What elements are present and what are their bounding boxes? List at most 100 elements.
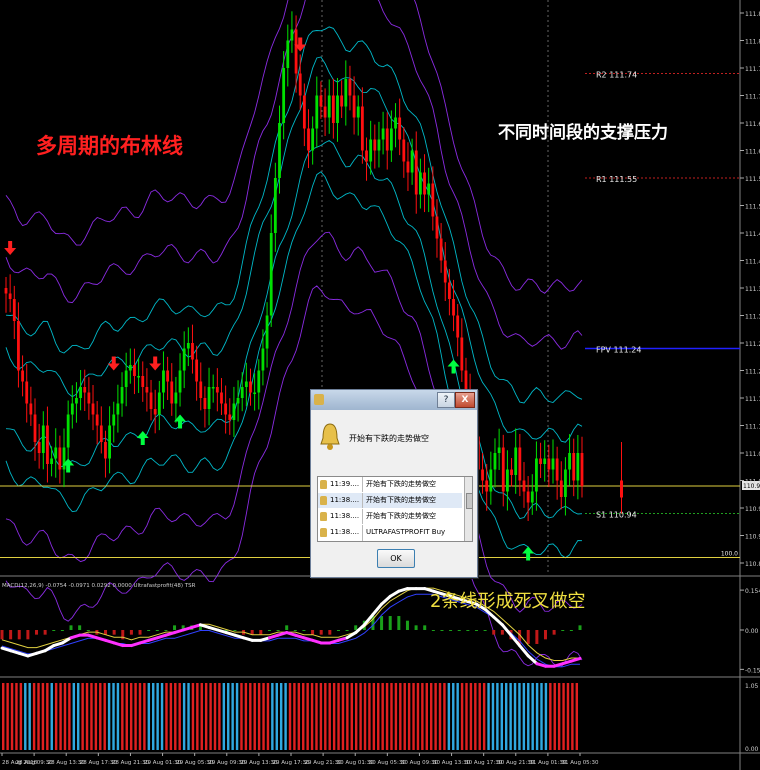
candle-body	[315, 95, 319, 129]
candle-body	[526, 491, 530, 503]
tsr-bar	[482, 683, 486, 750]
candle-body	[236, 398, 240, 404]
candle-body	[58, 447, 62, 470]
candle-body	[207, 387, 211, 409]
pivot-label-s1: S1 110.94	[596, 511, 637, 520]
macd-histogram-bar	[129, 630, 133, 635]
tsr-bar	[465, 683, 468, 750]
candle-body	[331, 95, 335, 123]
list-scrollbar[interactable]	[464, 477, 472, 541]
tsr-bar	[72, 683, 76, 750]
candle-body	[381, 128, 385, 140]
tsr-bar	[152, 683, 155, 750]
alert-history-list[interactable]: 11:39.... 开始有下跌的走势做空 11:38.... 开始有下跌的走势做空 …	[317, 476, 473, 542]
candle-body	[385, 128, 389, 151]
zone-edge-label: 100.0	[721, 551, 738, 558]
macd-histogram-bar	[457, 630, 461, 631]
list-item[interactable]: 11:38.... 开始有下跌的走势做空	[318, 509, 462, 524]
tsr-bar	[279, 683, 283, 750]
price-tick-label: 111.20	[745, 369, 760, 376]
macd-histogram-bar	[0, 630, 4, 640]
candle-body	[128, 365, 132, 371]
tsr-bar	[174, 683, 177, 750]
buy-arrow-icon	[522, 546, 535, 561]
tsr-bar	[10, 683, 14, 750]
help-button[interactable]: ?	[437, 392, 455, 408]
tsr-bar	[156, 683, 159, 750]
macd-histogram-bar	[328, 630, 332, 635]
candle-body	[307, 128, 310, 151]
tsr-bar	[315, 683, 318, 750]
candle-body	[79, 387, 82, 398]
pivot-label-fpv: FPV 111.24	[596, 346, 641, 355]
tsr-bar	[293, 683, 296, 750]
tsr-bar	[288, 683, 292, 750]
tsr-bar	[535, 683, 539, 750]
macd-histogram-bar	[569, 630, 573, 631]
alert-dialog: ? X 开始有下跌的走势做空 11:39.... 开始有下跌的走势做空 11:38…	[310, 389, 478, 578]
macd-histogram-bar	[112, 630, 116, 635]
candle-body	[510, 469, 513, 475]
candle-body	[215, 387, 219, 393]
macd-histogram-bar	[293, 630, 297, 631]
candle-body	[456, 315, 460, 338]
candle-body	[373, 139, 377, 151]
sell-arrow-icon	[107, 356, 120, 371]
candle-body	[269, 233, 273, 316]
macd-histogram-bar	[449, 630, 453, 631]
tsr-bar	[209, 683, 212, 750]
tsr-bar	[522, 683, 526, 750]
macd-histogram-bar	[440, 630, 444, 631]
candle-body	[232, 403, 236, 420]
tsr-bar	[204, 683, 208, 750]
tsr-bar	[302, 683, 305, 750]
ok-button[interactable]: OK	[377, 549, 415, 568]
candle-body	[112, 414, 116, 426]
candle-body	[257, 370, 261, 393]
macd-main-line-segment	[569, 656, 582, 663]
candle-body	[46, 425, 49, 464]
candle-body	[83, 387, 87, 393]
candle-body	[249, 381, 252, 393]
macd-histogram-bar	[561, 630, 565, 631]
tsr-bar	[107, 683, 111, 750]
candle-body	[352, 95, 356, 118]
macd-histogram-bar	[267, 630, 271, 631]
arrow-head	[4, 248, 17, 255]
tsr-bar	[544, 683, 548, 750]
candle-body	[66, 414, 70, 448]
candle-body	[539, 458, 542, 464]
candle-body	[174, 392, 178, 404]
macd-tick-label: 0.00	[745, 628, 759, 635]
macd-histogram-bar	[9, 630, 13, 640]
candle-body	[547, 458, 551, 470]
bell-icon	[320, 528, 327, 537]
candle-body	[75, 398, 78, 404]
list-item[interactable]: 11:39.... 开始有下跌的走势做空	[318, 477, 462, 492]
scrollbar-thumb[interactable]	[466, 493, 472, 509]
list-item[interactable]: 11:38.... 开始有下跌的走势做空	[318, 493, 462, 508]
bell-icon	[320, 423, 340, 450]
tsr-bar	[235, 683, 239, 750]
candle-body	[141, 376, 145, 387]
list-item[interactable]: 11:38....ULTRAFASTPROFIT Buy signal at p…	[318, 525, 462, 541]
macd-histogram-bar	[483, 630, 487, 631]
candle-body	[99, 425, 103, 442]
tsr-bar	[306, 683, 309, 750]
macd-histogram-bar	[388, 616, 392, 630]
tsr-bar	[213, 683, 217, 750]
dialog-titlebar[interactable]: ? X	[311, 390, 477, 410]
candle-body	[360, 106, 364, 151]
price-tick-label: 110.90	[745, 534, 760, 541]
bell-icon	[320, 496, 327, 505]
tsr-bar	[77, 683, 80, 750]
tsr-bar	[359, 683, 362, 750]
tsr-bar	[63, 683, 67, 750]
close-button[interactable]: X	[455, 392, 475, 408]
macd-histogram-bar	[259, 630, 263, 635]
candle-body	[137, 376, 141, 378]
candle-body	[220, 392, 223, 404]
macd-histogram-bar	[173, 625, 177, 630]
tsr-bar	[350, 683, 353, 750]
candle-body	[294, 29, 298, 74]
